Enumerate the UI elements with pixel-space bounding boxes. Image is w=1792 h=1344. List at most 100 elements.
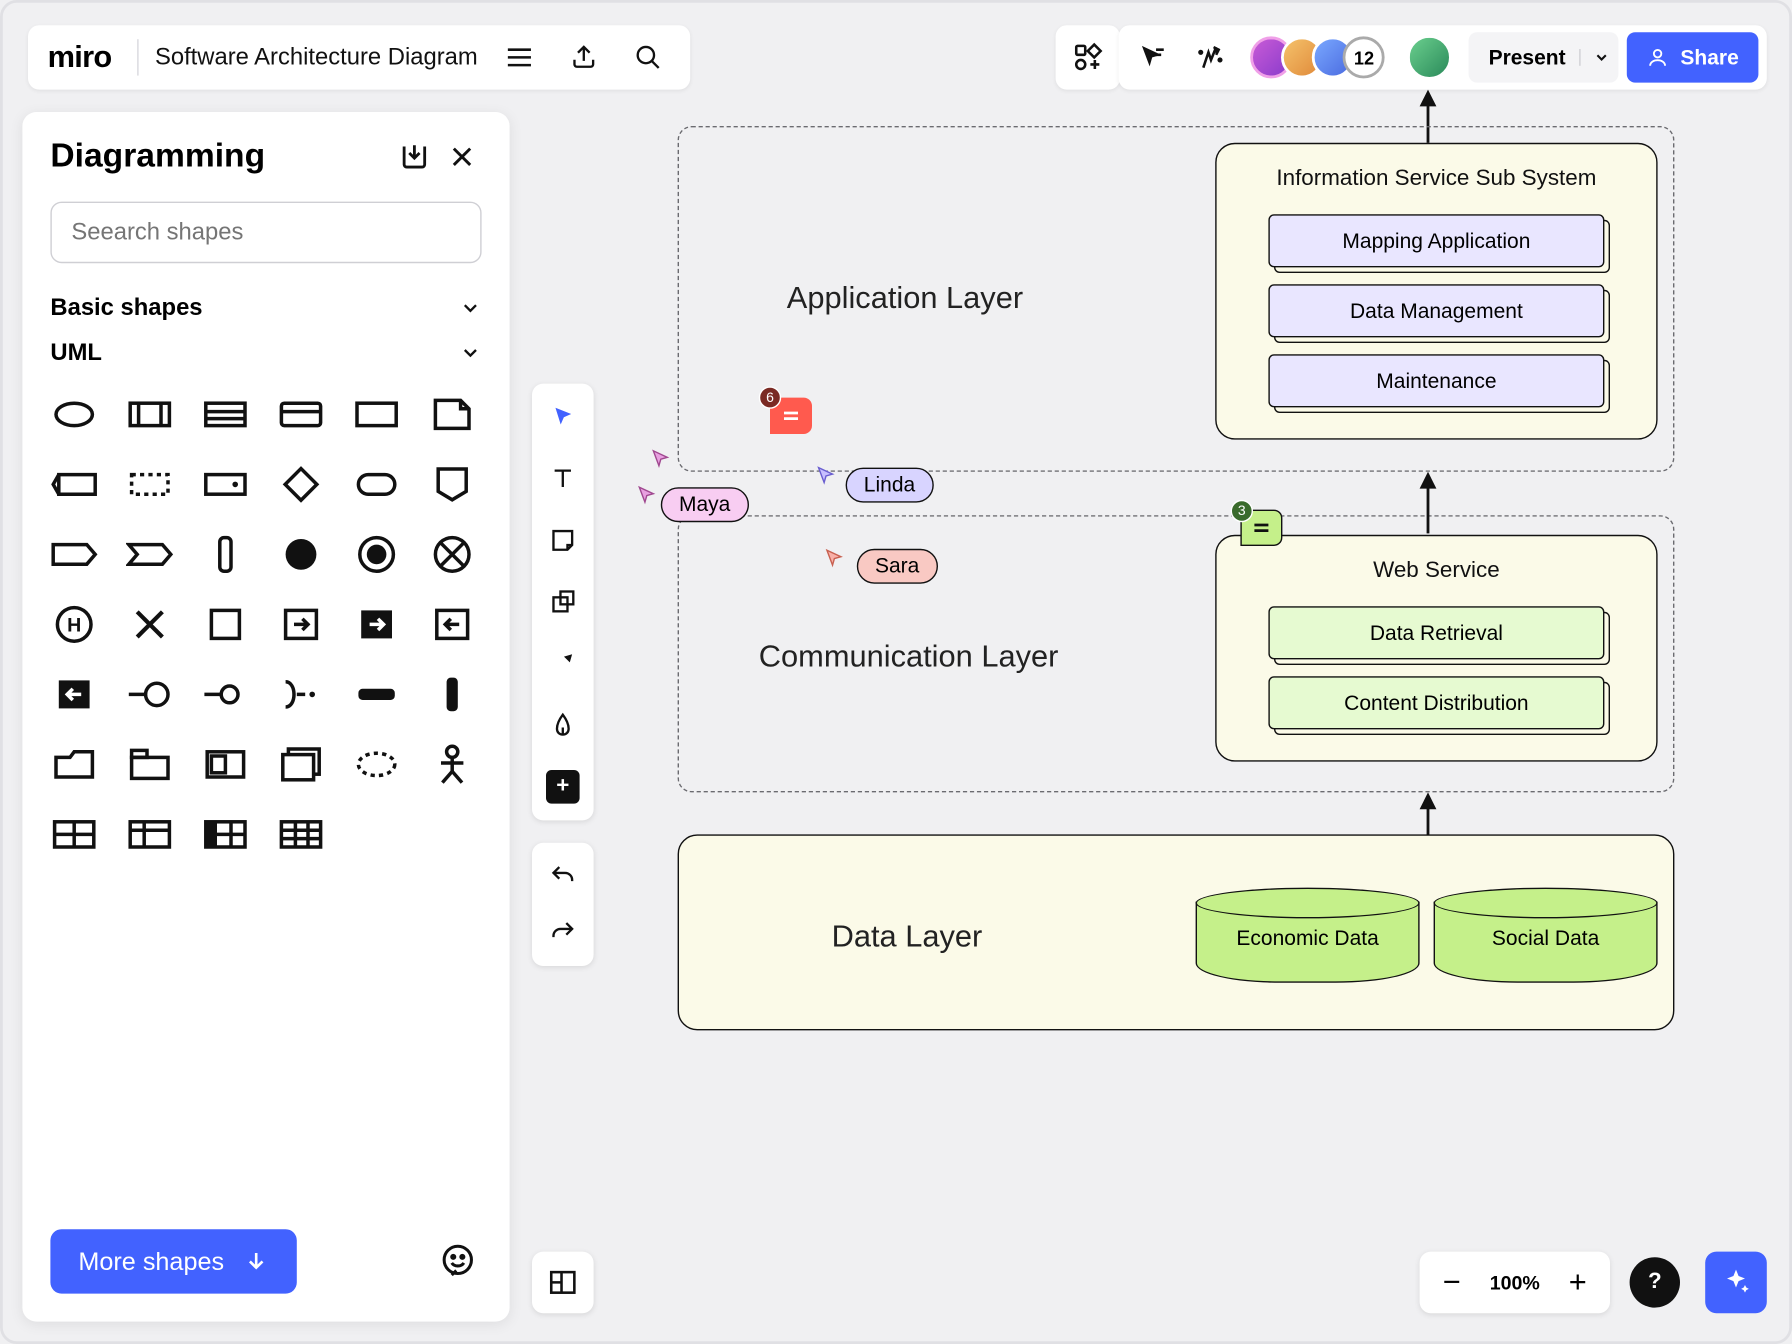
- shape-stack[interactable]: [274, 739, 327, 789]
- shape-bar-vertical-filled[interactable]: [426, 669, 479, 719]
- shape-circle-ring-filled[interactable]: [350, 529, 403, 579]
- export-icon[interactable]: [562, 35, 607, 80]
- tool-text[interactable]: [540, 456, 585, 501]
- shape-rectangle[interactable]: [350, 389, 403, 439]
- pill-data-mgmt[interactable]: Data Management: [1268, 284, 1604, 337]
- shapes-sidebar: Diagramming Basic shapes UML: [22, 112, 509, 1322]
- shape-input[interactable]: [48, 459, 101, 509]
- close-icon[interactable]: [442, 137, 481, 176]
- cursor-mode-icon[interactable]: [1127, 32, 1177, 82]
- shape-required-interface[interactable]: [199, 669, 252, 719]
- shape-box-arrow-right[interactable]: [274, 599, 327, 649]
- shape-circle-h[interactable]: H: [48, 599, 101, 649]
- shape-box-arrow-right-filled[interactable]: [350, 599, 403, 649]
- info-service-box[interactable]: Information Service Sub System Mapping A…: [1215, 143, 1657, 440]
- section-uml[interactable]: UML: [22, 330, 509, 375]
- shape-table-header-col[interactable]: [123, 809, 176, 859]
- shape-frame[interactable]: [199, 739, 252, 789]
- shape-grid: H: [22, 375, 509, 873]
- shape-ellipse-dashed[interactable]: [350, 739, 403, 789]
- shape-square[interactable]: [199, 599, 252, 649]
- cylinder-economic[interactable]: Economic Data: [1196, 888, 1420, 983]
- cylinder-social[interactable]: Social Data: [1434, 888, 1658, 983]
- shape-box-arrow-left-filled[interactable]: [48, 669, 101, 719]
- shape-circle-filled[interactable]: [274, 529, 327, 579]
- shape-search-input[interactable]: [71, 218, 460, 246]
- collaborator-avatars[interactable]: 12: [1251, 36, 1385, 78]
- current-user-avatar[interactable]: [1407, 35, 1452, 80]
- shape-cross[interactable]: [123, 599, 176, 649]
- shape-card[interactable]: [274, 389, 327, 439]
- shape-diamond[interactable]: [274, 459, 327, 509]
- shape-tag-right[interactable]: [48, 529, 101, 579]
- shape-bar-horizontal[interactable]: [350, 669, 403, 719]
- undo-button[interactable]: [540, 854, 585, 899]
- tool-toolbar: +: [532, 384, 594, 821]
- shape-rect-dot[interactable]: [199, 459, 252, 509]
- history-toolbar: [532, 843, 594, 966]
- frames-panel-button[interactable]: [532, 1252, 594, 1314]
- shape-predefined-process[interactable]: [123, 389, 176, 439]
- menu-icon[interactable]: [497, 35, 542, 80]
- shape-internal-storage[interactable]: [199, 389, 252, 439]
- tool-sticky[interactable]: [540, 518, 585, 563]
- shape-provided-interface[interactable]: [123, 669, 176, 719]
- section-basic-shapes[interactable]: Basic shapes: [22, 286, 509, 331]
- pill-retrieval[interactable]: Data Retrieval: [1268, 606, 1604, 659]
- present-label: Present: [1489, 46, 1566, 70]
- shape-tag-notch[interactable]: [123, 529, 176, 579]
- shape-note[interactable]: [426, 389, 479, 439]
- comment-thread-green[interactable]: 3: [1240, 510, 1282, 546]
- shape-actor[interactable]: [426, 739, 479, 789]
- share-button[interactable]: Share: [1627, 32, 1758, 82]
- ai-assist-button[interactable]: [1705, 1252, 1767, 1314]
- shape-rounded-rect[interactable]: [350, 459, 403, 509]
- tool-select[interactable]: [540, 395, 585, 440]
- shape-search[interactable]: [50, 202, 481, 264]
- shape-assembly[interactable]: [274, 669, 327, 719]
- top-right-bar: 12 Present Share: [1119, 25, 1767, 89]
- tool-more[interactable]: +: [540, 764, 585, 809]
- present-button[interactable]: Present: [1469, 32, 1619, 82]
- tool-arrow[interactable]: [540, 641, 585, 686]
- pill-maintenance[interactable]: Maintenance: [1268, 354, 1604, 407]
- shape-folder[interactable]: [48, 739, 101, 789]
- pill-distribution[interactable]: Content Distribution: [1268, 676, 1604, 729]
- shape-table-sidebar[interactable]: [199, 809, 252, 859]
- shape-package[interactable]: [123, 739, 176, 789]
- chevron-down-icon[interactable]: [1580, 49, 1611, 66]
- info-service-title: Information Service Sub System: [1276, 167, 1596, 192]
- import-icon[interactable]: [395, 137, 434, 176]
- pill-mapping[interactable]: Mapping Application: [1268, 214, 1604, 267]
- help-button[interactable]: ?: [1630, 1257, 1680, 1307]
- shape-box-arrow-left[interactable]: [426, 599, 479, 649]
- apps-button[interactable]: [1056, 25, 1120, 89]
- layer-application-label: Application Layer: [787, 280, 1023, 316]
- comment-thread-red[interactable]: 6: [770, 398, 812, 434]
- tool-pen[interactable]: [540, 703, 585, 748]
- zoom-value[interactable]: 100%: [1487, 1271, 1543, 1293]
- section-label: Basic shapes: [50, 294, 459, 322]
- shape-table-full[interactable]: [274, 809, 327, 859]
- web-service-box[interactable]: Web Service Data Retrieval Content Distr…: [1215, 535, 1657, 762]
- more-shapes-button[interactable]: More shapes: [50, 1229, 296, 1293]
- comment-count: 3: [1231, 500, 1253, 522]
- reactions-icon[interactable]: [1186, 32, 1236, 82]
- redo-button[interactable]: [540, 910, 585, 955]
- shape-selection[interactable]: [123, 459, 176, 509]
- search-icon[interactable]: [626, 35, 671, 80]
- shape-circle-cross[interactable]: [426, 529, 479, 579]
- logo[interactable]: miro: [48, 39, 112, 75]
- feedback-icon[interactable]: [434, 1238, 482, 1286]
- board-title[interactable]: Software Architecture Diagram: [155, 43, 478, 71]
- sidebar-title: Diagramming: [50, 137, 386, 176]
- zoom-in-button[interactable]: +: [1560, 1264, 1596, 1300]
- shape-bar-vertical[interactable]: [199, 529, 252, 579]
- shape-offpage[interactable]: [426, 459, 479, 509]
- tool-shape[interactable]: [540, 580, 585, 625]
- zoom-out-button[interactable]: −: [1434, 1264, 1470, 1300]
- more-shapes-label: More shapes: [78, 1247, 224, 1276]
- shape-ellipse[interactable]: [48, 389, 101, 439]
- avatar-overflow-count[interactable]: 12: [1343, 36, 1385, 78]
- shape-table-2col[interactable]: [48, 809, 101, 859]
